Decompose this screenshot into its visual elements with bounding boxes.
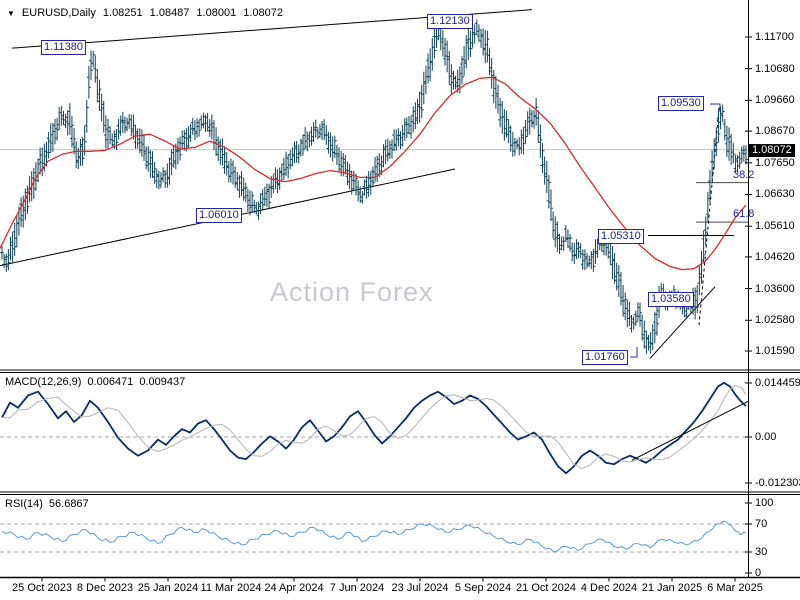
price-flag[interactable]: 1.09530: [658, 96, 704, 111]
open-quote: 1.08251: [102, 7, 143, 19]
macd-signal-value: 0.009437: [139, 376, 186, 388]
high-quote: 1.08487: [149, 7, 190, 19]
price-flag[interactable]: 1.12130: [427, 14, 473, 29]
macd-indicator-header: MACD(12,26,9) 0.006471 0.009437: [5, 376, 185, 388]
macd-signal-line: [2, 384, 747, 470]
price-flag[interactable]: 1.01760: [582, 350, 628, 365]
macd-main-value: 0.006471: [87, 376, 134, 388]
price-flag[interactable]: 1.06010: [196, 208, 242, 223]
price-flag[interactable]: 1.03580: [648, 292, 694, 307]
close-quote: 1.08072: [243, 7, 283, 19]
trading-chart-window: Action Forex ▼ EURUSD,Daily 1.08251 1.08…: [0, 0, 800, 600]
symbol-ohlc-header: ▼ EURUSD,Daily 1.08251 1.08487 1.08001 1…: [7, 7, 283, 19]
rsi-value: 56.6867: [48, 498, 89, 510]
symbol-timeframe-label: EURUSD,Daily: [21, 7, 96, 19]
symbol-dropdown-icon[interactable]: ▼: [7, 9, 15, 18]
current-price-tag: 1.08072: [749, 144, 795, 157]
macd-name-label: MACD(12,26,9): [5, 376, 82, 388]
rsi-name-label: RSI(14): [5, 498, 43, 510]
price-flag-leader: [630, 347, 638, 358]
low-quote: 1.08001: [196, 7, 237, 19]
rsi-line: [1, 520, 747, 553]
macd-main-line: [1, 381, 747, 475]
price-flag[interactable]: 1.05310: [598, 229, 644, 244]
macd-rising-trendline[interactable]: [631, 401, 749, 461]
rsi-indicator-header: RSI(14) 56.6867: [5, 498, 89, 510]
price-flag[interactable]: 1.11380: [41, 40, 86, 55]
